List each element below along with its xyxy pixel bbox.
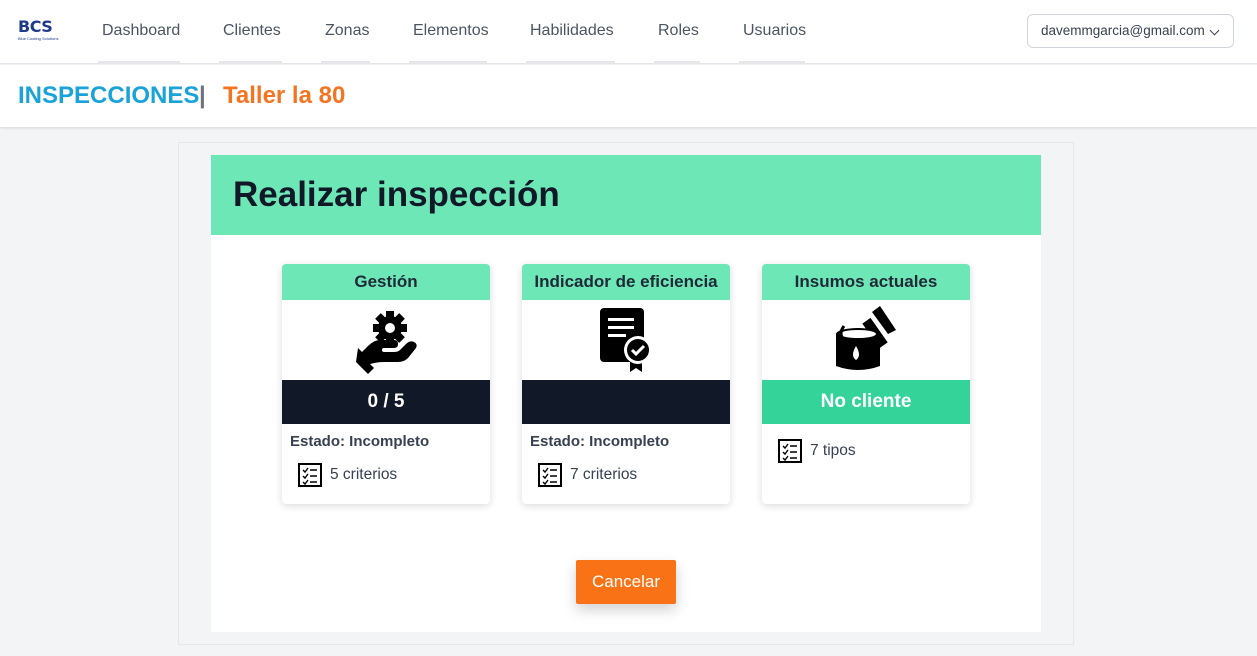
top-navbar: BCS Blue Coating Solutions Dashboard Cli… <box>0 0 1257 64</box>
user-menu-dropdown[interactable]: davemmgarcia@gmail.com <box>1027 14 1234 48</box>
panel-title: Realizar inspección <box>233 175 560 214</box>
user-email: davemmgarcia@gmail.com <box>1041 23 1205 38</box>
page-header: INSPECCIONES | Taller la 80 <box>0 65 1257 127</box>
card-status: Estado: Incompleto <box>530 433 670 450</box>
card-gestion[interactable]: Gestión 0 / 5 Estado: Incompleto 5 crite… <box>282 264 490 504</box>
card-title: Insumos actuales <box>762 264 970 300</box>
progress-band: 0 / 5 <box>282 380 490 424</box>
paint-bucket-brush-icon <box>836 306 896 370</box>
chevron-down-icon <box>1209 25 1220 36</box>
supplier-band: No cliente <box>762 380 970 424</box>
types-count-label: 7 tipos <box>810 442 856 459</box>
brand-logo-mark: BCS <box>18 17 53 36</box>
nav-item-clientes[interactable]: Clientes <box>219 0 282 64</box>
cancel-button[interactable]: Cancelar <box>576 560 676 604</box>
nav-item-roles[interactable]: Roles <box>654 0 700 64</box>
card-title: Indicador de eficiencia <box>522 264 730 300</box>
criteria-count-label: 5 criterios <box>330 466 398 483</box>
nav-item-habilidades[interactable]: Habilidades <box>526 0 615 64</box>
criteria-count-label: 7 criterios <box>570 466 638 483</box>
nav-item-elementos[interactable]: Elementos <box>409 0 489 64</box>
title-separator: | <box>199 82 206 109</box>
nav-item-usuarios[interactable]: Usuarios <box>739 0 806 64</box>
page-subtitle: Taller la 80 <box>223 82 346 109</box>
checklist-icon <box>538 463 562 487</box>
nav-item-dashboard[interactable]: Dashboard <box>98 0 180 64</box>
inspection-panel-header: Realizar inspección <box>211 155 1041 235</box>
hand-gear-icon <box>356 311 417 374</box>
progress-band <box>522 380 730 424</box>
nav-item-zonas[interactable]: Zonas <box>321 0 370 64</box>
page-title: INSPECCIONES <box>18 82 200 109</box>
checklist-icon <box>778 439 802 463</box>
card-status: Estado: Incompleto <box>290 433 430 450</box>
brand-logo-tagline: Blue Coating Solutions <box>18 36 59 41</box>
card-title: Gestión <box>282 264 490 300</box>
certificate-document-icon <box>600 308 652 372</box>
card-insumos-actuales[interactable]: Insumos actuales No cliente 7 tipos <box>762 264 970 504</box>
checklist-icon <box>298 463 322 487</box>
card-indicador-eficiencia[interactable]: Indicador de eficiencia Estado: Incomple… <box>522 264 730 504</box>
brand-logo[interactable]: BCS Blue Coating Solutions <box>18 18 62 44</box>
